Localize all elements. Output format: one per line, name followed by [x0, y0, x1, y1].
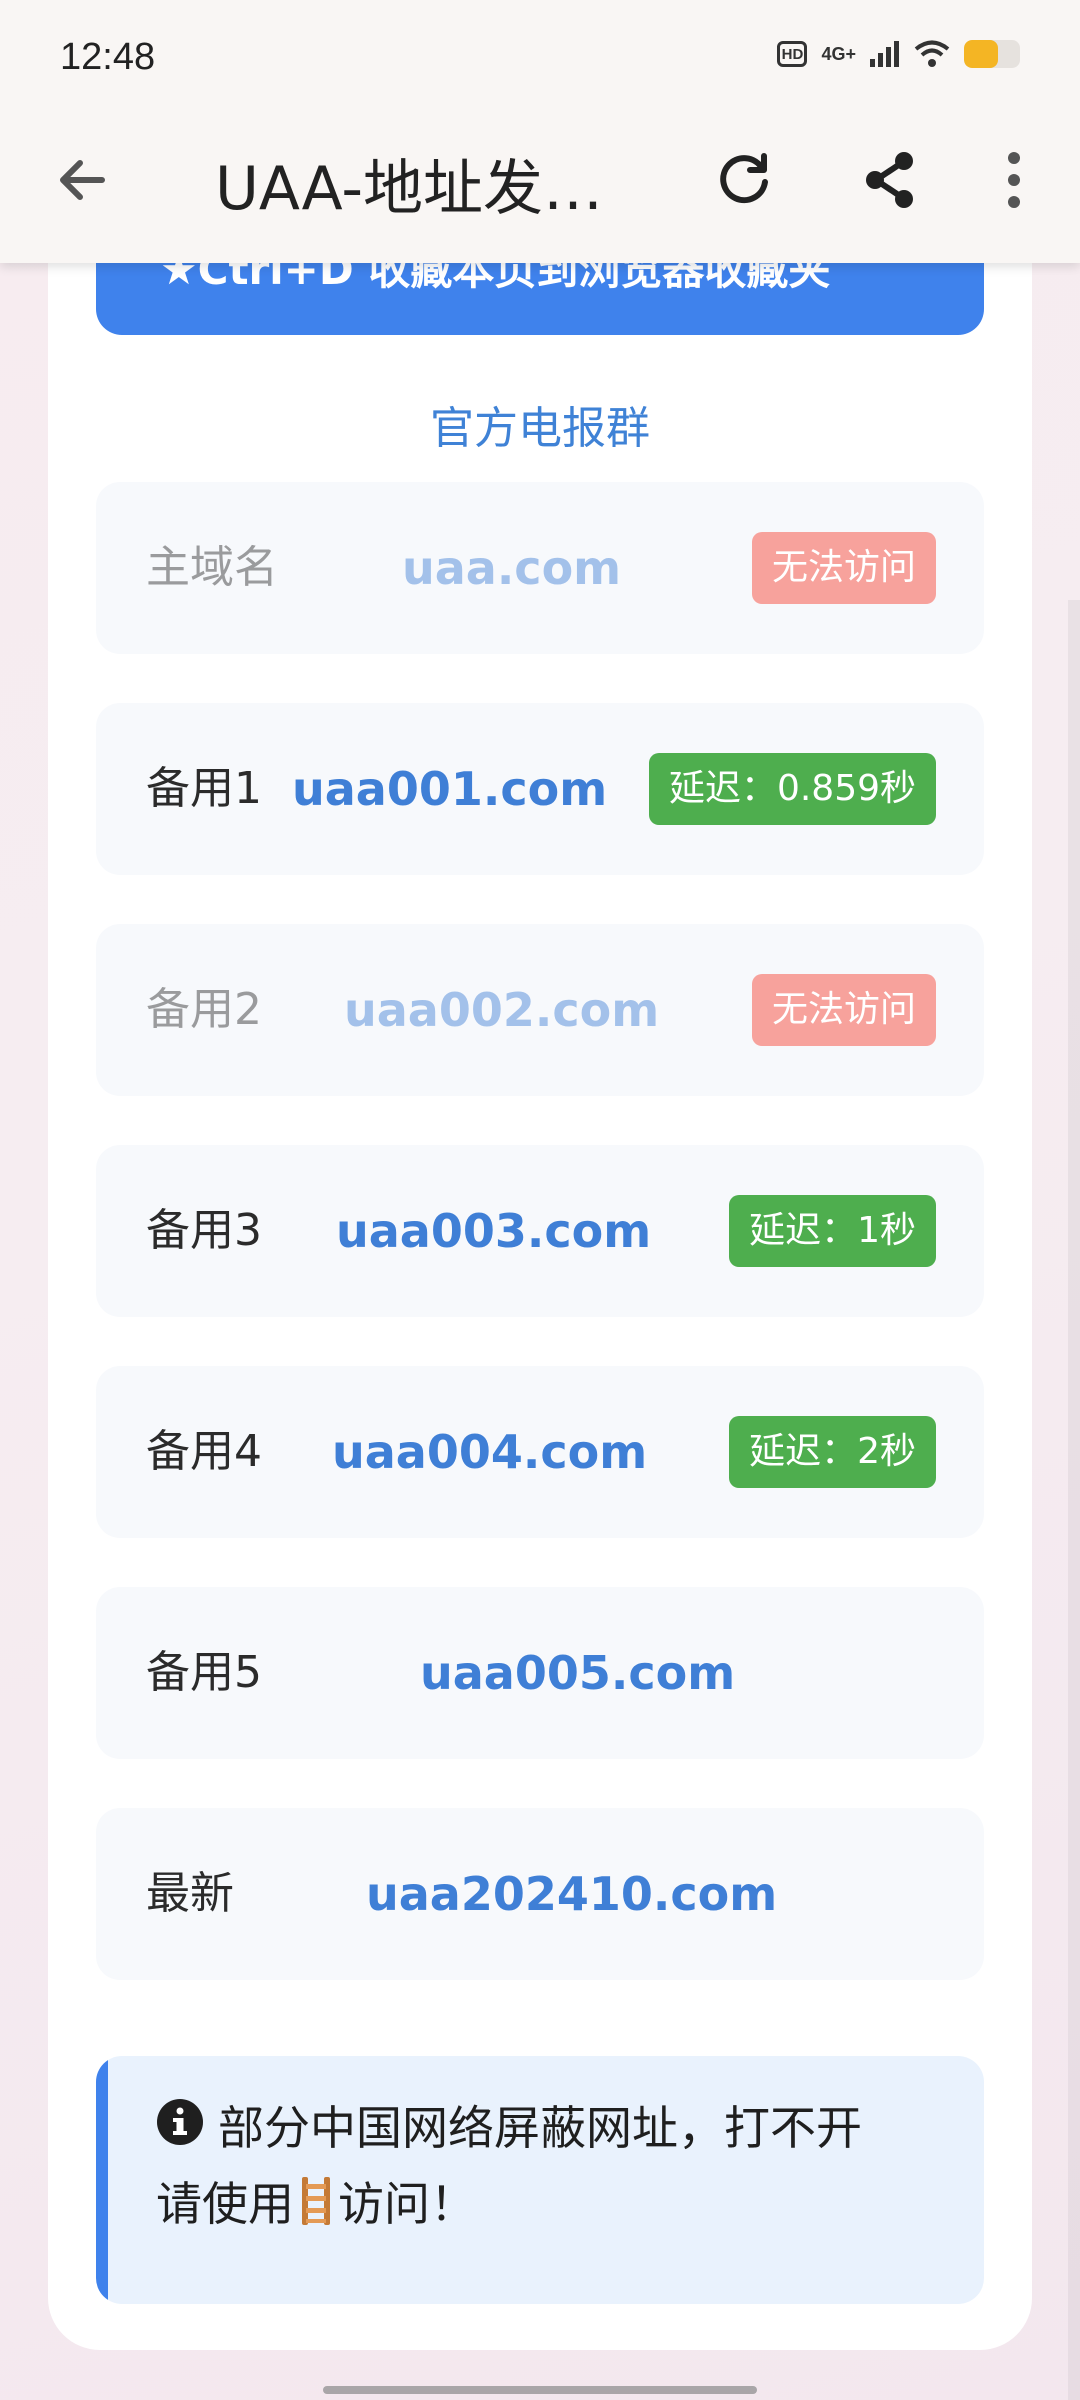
- telegram-group-link[interactable]: 官方电报群: [0, 392, 1080, 456]
- domain-row-backup-2[interactable]: 备用2 uaa002.com 无法访问: [96, 924, 984, 1096]
- scrollbar-track: [1068, 600, 1080, 2400]
- domain-link[interactable]: uaa002.com: [344, 924, 659, 1096]
- domain-label: 备用4: [146, 1426, 262, 1477]
- home-indicator[interactable]: [323, 2386, 757, 2394]
- wifi-icon: [914, 40, 950, 67]
- notice-text-suffix: 访问！: [338, 2177, 476, 2231]
- notice-box: 部分中国网络屏蔽网址，打不开 请使用 访问！: [96, 2056, 984, 2304]
- domain-row-backup-3[interactable]: 备用3 uaa003.com 延迟：1秒: [96, 1145, 984, 1317]
- domain-link[interactable]: uaa001.com: [292, 703, 607, 875]
- domain-label: 备用5: [146, 1647, 262, 1698]
- domain-label: 备用2: [146, 984, 262, 1035]
- status-time: 12:48: [60, 36, 156, 78]
- domain-link[interactable]: uaa202410.com: [366, 1808, 777, 1980]
- domain-link[interactable]: uaa003.com: [336, 1145, 651, 1317]
- more-vert-icon[interactable]: [990, 148, 1038, 212]
- domain-label: 最新: [146, 1868, 234, 1919]
- notice-text-prefix: 请使用: [156, 2177, 294, 2231]
- info-icon: [157, 2099, 203, 2145]
- back-arrow-icon[interactable]: [52, 150, 112, 210]
- ladder-icon: [302, 2177, 330, 2225]
- domain-row-backup-5[interactable]: 备用5 uaa005.com: [96, 1587, 984, 1759]
- battery-level: [964, 40, 998, 68]
- notice-text-line-2: 请使用 访问！: [156, 2168, 476, 2234]
- domain-link[interactable]: uaa005.com: [420, 1587, 735, 1759]
- domain-link[interactable]: uaa.com: [402, 482, 621, 654]
- domain-row-backup-4[interactable]: 备用4 uaa004.com 延迟：2秒: [96, 1366, 984, 1538]
- status-badge: 延迟：2秒: [729, 1416, 936, 1488]
- domain-row-backup-1[interactable]: 备用1 uaa001.com 延迟：0.859秒: [96, 703, 984, 875]
- top-app-bar: 12:48 HD 4G+ UAA-地址发…: [0, 0, 1080, 263]
- share-icon[interactable]: [858, 148, 922, 212]
- domain-link[interactable]: uaa004.com: [332, 1366, 647, 1538]
- status-icons: HD 4G+: [777, 40, 1020, 68]
- status-badge: 无法访问: [751, 532, 936, 604]
- notice-accent-bar: [96, 2056, 108, 2304]
- notice-text-line-1: 部分中国网络屏蔽网址，打不开: [218, 2101, 862, 2155]
- domain-row-main[interactable]: 主域名 uaa.com 无法访问: [96, 482, 984, 654]
- status-badge: 无法访问: [751, 974, 936, 1046]
- status-badge: 延迟：1秒: [729, 1195, 936, 1267]
- domain-label: 主域名: [146, 542, 278, 593]
- domain-row-latest[interactable]: 最新 uaa202410.com: [96, 1808, 984, 1980]
- signal-icon: [870, 41, 899, 67]
- domain-label: 备用3: [146, 1205, 262, 1256]
- network-type-icon: 4G+: [821, 44, 856, 64]
- page-title: UAA-地址发…: [215, 154, 604, 224]
- refresh-icon[interactable]: [712, 148, 776, 212]
- hd-icon: HD: [777, 41, 808, 67]
- battery-icon: [964, 40, 1020, 68]
- domain-label: 备用1: [146, 763, 262, 814]
- status-badge: 延迟：0.859秒: [648, 753, 936, 825]
